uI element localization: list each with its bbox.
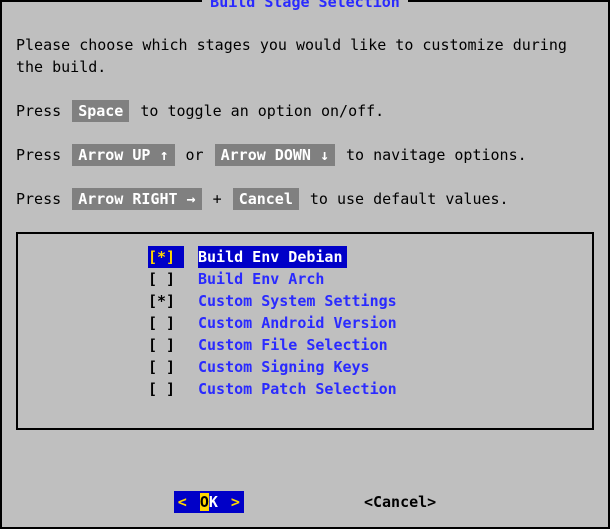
option-row[interactable]: [ ] Build Env Arch [28, 268, 582, 290]
hint-text: Press [16, 190, 70, 208]
hint-text: + [204, 190, 231, 208]
option-label: Build Env Debian [198, 246, 347, 268]
hint-arrows: Press Arrow UP ↑ or Arrow DOWN ↓ to navi… [16, 144, 594, 166]
hint-text: Press [16, 102, 70, 120]
title-bar: Build Stage Selection [2, 0, 608, 13]
option-checkbox[interactable]: [ ] [148, 312, 184, 334]
option-row[interactable]: [ ] Custom Patch Selection [28, 378, 582, 400]
dialog-frame: Build Stage Selection Please choose whic… [0, 0, 610, 529]
cancel-button[interactable]: <Cancel> [364, 491, 436, 513]
option-label: Custom File Selection [198, 334, 388, 356]
keycap-arrow-right: Arrow RIGHT → [72, 188, 201, 210]
keycap-arrow-down: Arrow DOWN ↓ [215, 144, 335, 166]
option-row[interactable]: [ ] Custom Signing Keys [28, 356, 582, 378]
option-label: Custom Android Version [198, 312, 397, 334]
intro-text: Please choose which stages you would lik… [16, 34, 594, 78]
ok-hotkey: O [200, 493, 209, 511]
ok-rest: K [209, 493, 218, 511]
hint-space: Press Space to toggle an option on/off. [16, 100, 594, 122]
keycap-arrow-up: Arrow UP ↑ [72, 144, 174, 166]
option-label: Build Env Arch [198, 268, 324, 290]
hint-right: Press Arrow RIGHT → + Cancel to use defa… [16, 188, 594, 210]
option-label: Custom Patch Selection [198, 378, 397, 400]
hint-text: to navitage options. [337, 146, 527, 164]
option-label: Custom System Settings [198, 290, 397, 312]
ok-angle-right: > [218, 493, 244, 511]
option-row[interactable]: [ ] Custom File Selection [28, 334, 582, 356]
dialog-title: Build Stage Selection [202, 0, 408, 13]
option-checkbox[interactable]: [*] [148, 290, 184, 312]
option-checkbox[interactable]: [*] [148, 246, 184, 268]
option-checkbox[interactable]: [ ] [148, 356, 184, 378]
option-checkbox[interactable]: [ ] [148, 268, 184, 290]
hint-text: to use default values. [301, 190, 509, 208]
option-row[interactable]: [*] Custom System Settings [28, 290, 582, 312]
ok-button[interactable]: < OK > [174, 491, 244, 513]
hint-text: Press [16, 146, 70, 164]
option-row[interactable]: [ ] Custom Android Version [28, 312, 582, 334]
option-checkbox[interactable]: [ ] [148, 378, 184, 400]
hint-text: to toggle an option on/off. [131, 102, 384, 120]
button-bar: < OK > <Cancel> [2, 491, 608, 513]
options-listbox[interactable]: [*] Build Env Debian [ ] Build Env Arch [*] C… [16, 232, 594, 430]
dialog-body: Please choose which stages you would lik… [16, 10, 594, 430]
keycap-space: Space [72, 100, 129, 122]
ok-angle-left: < [174, 493, 200, 511]
option-row[interactable]: [*] Build Env Debian [28, 246, 582, 268]
keycap-cancel: Cancel [233, 188, 299, 210]
option-checkbox[interactable]: [ ] [148, 334, 184, 356]
hint-text: or [177, 146, 213, 164]
option-label: Custom Signing Keys [198, 356, 370, 378]
